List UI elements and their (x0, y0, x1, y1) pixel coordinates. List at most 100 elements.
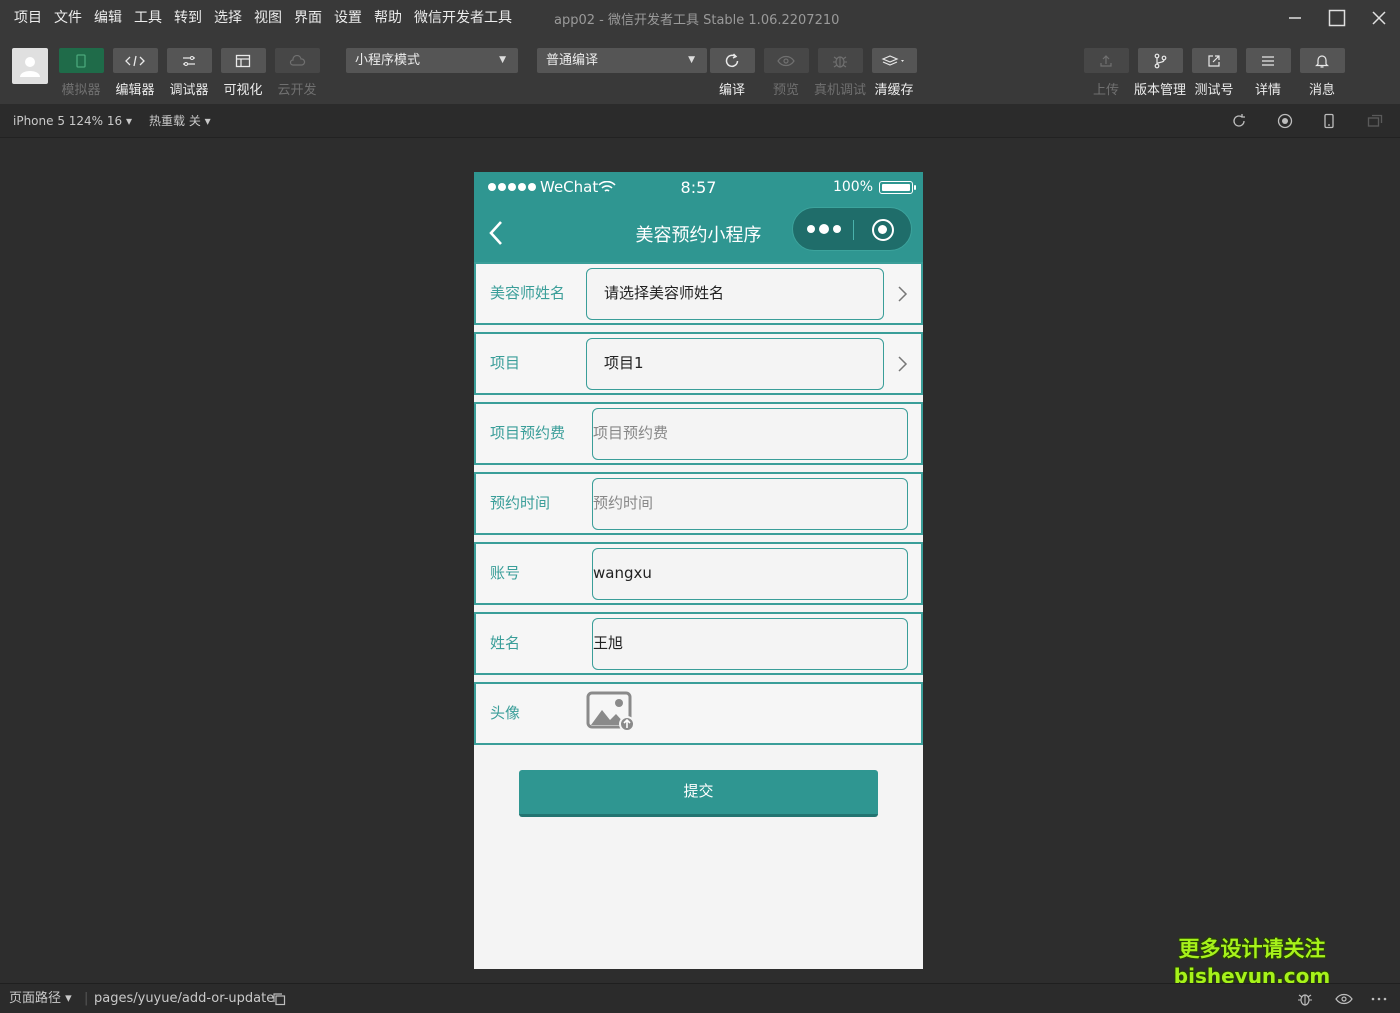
window-title: app02 - 微信开发者工具 Stable 1.06.2207210 (554, 12, 840, 28)
compile-select-value: 普通编译 (546, 53, 599, 68)
upload-icon (1083, 48, 1129, 73)
details-label: 详情 (1254, 83, 1281, 98)
hot-reload-value: 热重载 关 (149, 114, 201, 128)
version-control-label: 版本管理 (1133, 83, 1186, 98)
version-control-button[interactable]: 版本管理 (1133, 36, 1187, 98)
editor-label: 编辑器 (115, 83, 155, 98)
menu-item-goto[interactable]: 转到 (168, 0, 208, 36)
toolbar: 模拟器 编辑器 调试器 可视化 云开发 小程序模式 ▼ 普通编译 ▼ 编译 预览… (0, 36, 1400, 104)
preview-label: 预览 (772, 83, 799, 98)
miniprogram-capsule (792, 207, 912, 251)
name-input[interactable]: 王旭 (592, 618, 908, 670)
bug-icon (817, 48, 863, 73)
phone-status-bar: WeChat 8:57 100% (474, 172, 923, 204)
footer-divider: | (84, 991, 89, 1006)
form-row-name: 姓名 王旭 (474, 612, 923, 675)
refresh-icon (709, 48, 755, 73)
menu-item-select[interactable]: 选择 (208, 0, 248, 36)
external-link-icon (1191, 48, 1237, 73)
menu-item-file[interactable]: 文件 (48, 0, 88, 36)
project-fee-input[interactable]: 项目预约费 (592, 408, 908, 460)
editor-button[interactable]: 编辑器 (108, 36, 162, 98)
messages-label: 消息 (1308, 83, 1335, 98)
compile-button[interactable]: 编译 (705, 36, 759, 98)
bell-icon (1299, 48, 1345, 73)
menu-item-tools[interactable]: 工具 (128, 0, 168, 36)
project-actions-group: 上传 版本管理 测试号 详情 消息 (1079, 36, 1349, 98)
rotate-icon[interactable] (1231, 113, 1247, 129)
hot-reload-toggle[interactable]: 热重载 关 ▾ (149, 104, 211, 138)
battery-percent: 100% (832, 179, 873, 195)
menu-item-interface[interactable]: 界面 (288, 0, 328, 36)
maximize-button[interactable] (1316, 0, 1358, 36)
menu-item-help[interactable]: 帮助 (368, 0, 408, 36)
view-toggle-group: 模拟器 编辑器 调试器 可视化 云开发 (54, 36, 324, 98)
project-picker[interactable]: 项目1 (586, 338, 884, 390)
watermark-line1: 更多设计请关注 (1178, 937, 1326, 961)
menu-item-edit[interactable]: 编辑 (88, 0, 128, 36)
page-path-label: 页面路径 (9, 991, 62, 1006)
more-icon[interactable] (1371, 997, 1387, 1001)
phone-nav-bar: 美容预约小程序 (474, 204, 923, 262)
status-footer: 页面路径 ▾ | pages/yuyue/add-or-update (0, 983, 1400, 1013)
watermark: 更多设计请关注 bisheyun.com (1172, 935, 1332, 989)
test-account-label: 测试号 (1194, 83, 1234, 98)
copy-icon[interactable] (272, 992, 286, 1006)
close-miniprogram-icon[interactable] (872, 219, 894, 241)
menu-item-settings[interactable]: 设置 (328, 0, 368, 36)
form-row-project-fee: 项目预约费 项目预约费 (474, 402, 923, 465)
bug-icon[interactable] (1297, 991, 1313, 1007)
chevron-right-icon[interactable] (896, 354, 910, 374)
chevron-right-icon[interactable] (896, 284, 910, 304)
test-account-button[interactable]: 测试号 (1187, 36, 1241, 98)
device-icon[interactable] (1321, 113, 1337, 129)
close-button[interactable] (1358, 0, 1400, 36)
account-input[interactable]: wangxu (592, 548, 908, 600)
beautician-label: 美容师姓名 (490, 284, 566, 302)
account-label: 账号 (490, 564, 521, 582)
visual-label: 可视化 (223, 83, 263, 98)
phone-icon (58, 48, 104, 73)
device-select[interactable]: iPhone 5 124% 16 ▾ (13, 104, 132, 138)
remote-debug-label: 真机调试 (813, 83, 866, 98)
menu-bar: 项目 文件 编辑 工具 转到 选择 视图 界面 设置 帮助 微信开发者工具 (0, 0, 518, 36)
form-row-account: 账号 wangxu (474, 542, 923, 605)
window-detach-icon[interactable] (1367, 113, 1383, 129)
page-path-value: pages/yuyue/add-or-update (94, 991, 275, 1006)
submit-button[interactable]: 提交 (519, 770, 878, 817)
cloud-dev-button[interactable]: 云开发 (270, 36, 324, 98)
form-row-booking-time: 预约时间 预约时间 (474, 472, 923, 535)
menu-item-project[interactable]: 项目 (8, 0, 48, 36)
details-button[interactable]: 详情 (1241, 36, 1295, 98)
page-path-dropdown[interactable]: 页面路径 ▾ (9, 984, 72, 1013)
beautician-picker[interactable]: 请选择美容师姓名 (586, 268, 884, 320)
messages-button[interactable]: 消息 (1295, 36, 1349, 98)
more-dots-icon[interactable] (807, 224, 841, 234)
upload-button[interactable]: 上传 (1079, 36, 1133, 98)
project-fee-label: 项目预约费 (490, 424, 566, 442)
record-icon[interactable] (1277, 113, 1293, 129)
clear-cache-button[interactable]: 清缓存 (867, 36, 921, 98)
user-icon (20, 57, 40, 77)
image-upload-icon[interactable] (586, 690, 636, 734)
preview-button[interactable]: 预览 (759, 36, 813, 98)
booking-time-input[interactable]: 预约时间 (592, 478, 908, 530)
visual-button[interactable]: 可视化 (216, 36, 270, 98)
menu-item-devtools[interactable]: 微信开发者工具 (408, 0, 518, 36)
upload-label: 上传 (1092, 83, 1119, 98)
form-row-avatar: 头像 (474, 682, 923, 745)
debugger-button[interactable]: 调试器 (162, 36, 216, 98)
branch-icon (1137, 48, 1183, 73)
layers-icon (871, 48, 917, 73)
minimize-button[interactable] (1274, 0, 1316, 36)
simulator-bar: iPhone 5 124% 16 ▾ 热重载 关 ▾ (0, 104, 1400, 138)
remote-debug-button[interactable]: 真机调试 (813, 36, 867, 98)
menu-item-view[interactable]: 视图 (248, 0, 288, 36)
debug-icon (166, 48, 212, 73)
user-avatar[interactable] (12, 48, 48, 84)
mode-select[interactable]: 小程序模式 ▼ (346, 48, 518, 73)
simulator-button[interactable]: 模拟器 (54, 36, 108, 98)
eye-icon[interactable] (1334, 992, 1354, 1006)
compile-select[interactable]: 普通编译 ▼ (537, 48, 707, 73)
cloud-dev-label: 云开发 (277, 83, 317, 98)
